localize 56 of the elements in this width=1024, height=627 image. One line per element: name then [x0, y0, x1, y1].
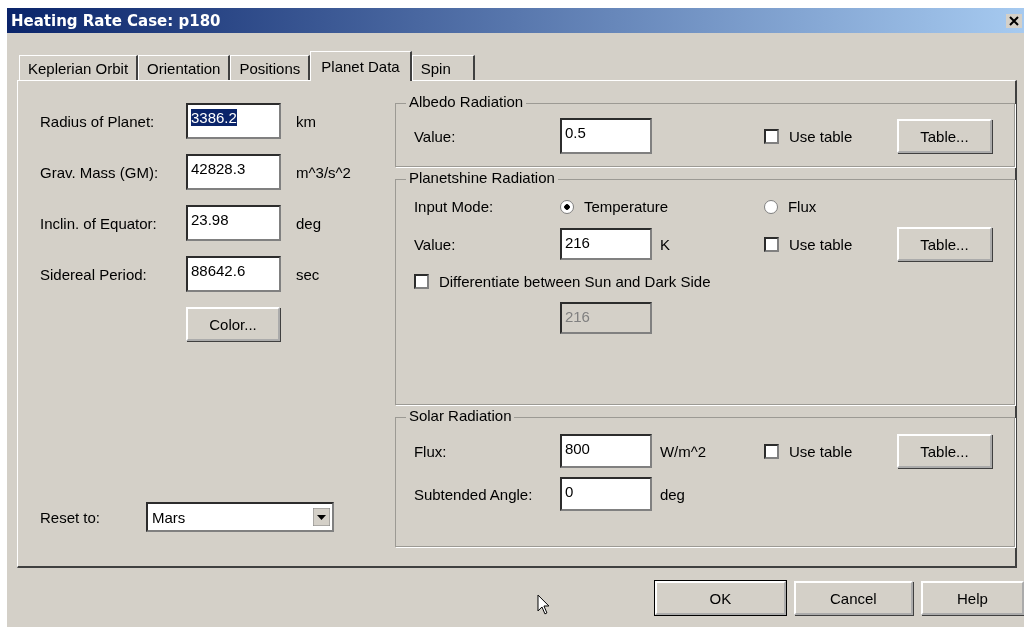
checkbox[interactable] — [413, 274, 429, 289]
tab[interactable]: Spin — [411, 55, 475, 80]
input-field[interactable]: 3386.2 — [186, 103, 281, 139]
radio-label: Temperature — [583, 198, 669, 215]
mouse-pointer-icon — [537, 594, 551, 616]
color-button[interactable]: Color... — [186, 307, 280, 341]
field-label: Flux: — [413, 442, 448, 460]
unit-label: m^3/s^2 — [296, 163, 352, 181]
field-label: Inclin. of Equator: — [40, 214, 158, 232]
unit-label: sec — [296, 265, 321, 283]
unit-label: deg — [658, 485, 686, 503]
tab[interactable]: Orientation — [138, 55, 231, 80]
dialog-button[interactable]: OK — [654, 581, 786, 615]
tab[interactable]: Planet Data — [310, 51, 412, 81]
checkbox-label: Use table — [788, 235, 854, 253]
group-title: Planetshine Radiation — [405, 169, 558, 186]
field-label: Value: — [413, 127, 457, 145]
field-label: Grav. Mass (GM): — [40, 163, 160, 181]
checkbox-label: Use table — [788, 442, 854, 460]
field-label: Value: — [413, 235, 457, 253]
input-field[interactable]: 800 — [559, 434, 652, 468]
input-field[interactable]: 23.98 — [186, 205, 281, 241]
field-label: Subtended Angle: — [413, 485, 534, 503]
planet-dropdown[interactable]: Mars — [146, 502, 334, 532]
input-field[interactable]: 42828.3 — [186, 154, 281, 190]
unit-label: K — [658, 235, 671, 253]
dialog-button[interactable]: Cancel — [793, 581, 913, 615]
radio-button[interactable] — [763, 199, 778, 214]
unit-label: km — [296, 112, 317, 130]
table-button[interactable]: Table... — [896, 227, 992, 261]
dialog-button[interactable]: Help — [920, 581, 1024, 615]
checkbox-label: Use table — [788, 127, 854, 145]
radio-button[interactable] — [559, 199, 574, 214]
checkbox[interactable] — [763, 128, 779, 144]
group-title: Albedo Radiation — [405, 93, 527, 110]
input-field[interactable]: 88642.6 — [186, 256, 281, 292]
group-title: Solar Radiation — [405, 407, 515, 424]
close-icon[interactable] — [1006, 13, 1022, 28]
input-field[interactable]: 216 — [559, 228, 652, 260]
input-field[interactable]: 0 — [559, 477, 652, 511]
radio-label: Flux — [787, 198, 817, 215]
table-button[interactable]: Table... — [896, 119, 992, 153]
checkbox-label: Differentiate between Sun and Dark Side — [438, 273, 711, 290]
field-label: Input Mode: — [413, 198, 495, 215]
tab[interactable]: Keplerian Orbit — [19, 55, 139, 80]
window-title: Heating Rate Case: p180 — [11, 11, 221, 30]
reset-label: Reset to: — [40, 508, 102, 526]
checkbox[interactable] — [763, 443, 779, 459]
field-label: Radius of Planet: — [40, 112, 156, 130]
unit-label: W/m^2 — [658, 442, 708, 460]
dropdown-arrow-icon[interactable] — [313, 508, 330, 526]
field-label: Sidereal Period: — [40, 265, 148, 283]
table-button[interactable]: Table... — [896, 434, 992, 468]
input-field[interactable]: 0.5 — [559, 118, 652, 154]
unit-label: deg — [296, 214, 323, 232]
checkbox[interactable] — [763, 236, 779, 252]
